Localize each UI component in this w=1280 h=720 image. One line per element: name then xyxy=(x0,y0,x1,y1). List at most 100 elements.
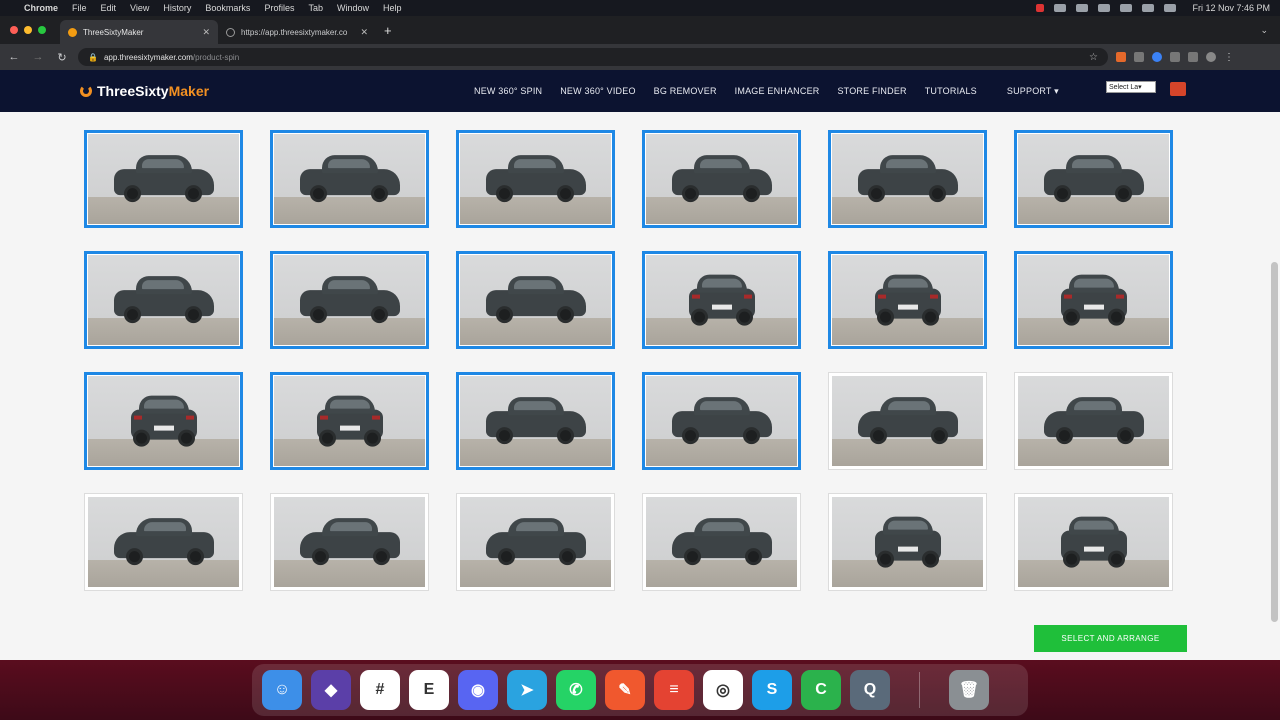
nav-support[interactable]: SUPPORT ▾ xyxy=(1007,86,1059,97)
wifi-icon[interactable] xyxy=(1120,4,1133,12)
threesixtymaker-favicon-icon xyxy=(68,27,77,37)
car-thumbnail[interactable] xyxy=(270,130,429,228)
car-image-side-right xyxy=(857,397,958,445)
car-thumbnail[interactable] xyxy=(642,130,801,228)
car-thumbnail[interactable] xyxy=(1014,251,1173,349)
car-thumbnail[interactable] xyxy=(828,130,987,228)
close-window-button[interactable] xyxy=(10,26,18,34)
car-photo xyxy=(460,255,611,345)
car-thumbnail[interactable] xyxy=(270,493,429,591)
menu-file[interactable]: File xyxy=(72,3,87,13)
reload-icon[interactable]: ↻ xyxy=(54,51,70,64)
search-icon[interactable] xyxy=(1142,4,1155,12)
whatsapp-icon[interactable]: ✆ xyxy=(556,670,596,710)
flag-icon[interactable] xyxy=(1170,82,1186,96)
trash-icon[interactable]: 🗑 xyxy=(949,670,989,710)
clock[interactable]: Fri 12 Nov 7:46 PM xyxy=(1192,3,1270,13)
todoist-icon[interactable]: ≡ xyxy=(654,670,694,710)
sheets-icon[interactable]: C xyxy=(801,670,841,710)
nav-new-360-spin[interactable]: NEW 360° SPIN xyxy=(474,86,542,96)
car-thumbnail[interactable] xyxy=(642,372,801,470)
car-thumbnail[interactable] xyxy=(1014,493,1173,591)
minimize-window-button[interactable] xyxy=(24,26,32,34)
car-thumbnail[interactable] xyxy=(84,493,243,591)
car-thumbnail[interactable] xyxy=(84,251,243,349)
car-photo xyxy=(88,255,239,345)
select-and-arrange-button[interactable]: SELECT AND ARRANGE xyxy=(1034,625,1187,652)
close-tab-icon[interactable]: ✕ xyxy=(360,27,368,38)
car-thumbnail[interactable] xyxy=(270,251,429,349)
extension-icon[interactable] xyxy=(1134,52,1144,62)
menu-profiles[interactable]: Profiles xyxy=(264,3,294,13)
extension-icon[interactable] xyxy=(1116,52,1126,62)
recording-icon[interactable] xyxy=(1036,4,1045,12)
nav-store-finder[interactable]: STORE FINDER xyxy=(837,86,906,96)
language-select[interactable]: Select La▾ xyxy=(1106,81,1156,93)
finder-icon[interactable]: ☺ xyxy=(262,670,302,710)
menu-history[interactable]: History xyxy=(163,3,191,13)
extension-icon[interactable] xyxy=(1170,52,1180,62)
bookmark-star-icon[interactable]: ☆ xyxy=(1089,52,1098,63)
car-thumbnail[interactable] xyxy=(456,251,615,349)
discord-icon[interactable]: ◉ xyxy=(458,670,498,710)
control-center-icon[interactable] xyxy=(1164,4,1177,12)
bluetooth-icon[interactable] xyxy=(1076,4,1089,12)
tab-search-chevron-icon[interactable]: ⌄ xyxy=(1260,25,1268,36)
car-thumbnail[interactable] xyxy=(828,493,987,591)
car-thumbnail[interactable] xyxy=(270,372,429,470)
car-thumbnail[interactable] xyxy=(828,251,987,349)
telegram-icon[interactable]: ➤ xyxy=(507,670,547,710)
car-thumbnail[interactable] xyxy=(84,372,243,470)
skype-icon[interactable]: S xyxy=(752,670,792,710)
close-tab-icon[interactable]: ✕ xyxy=(202,27,210,38)
obsidian-icon[interactable]: ◆ xyxy=(311,670,351,710)
back-icon[interactable]: ← xyxy=(6,51,22,63)
logo-text-accent: Maker xyxy=(168,83,210,99)
car-photo xyxy=(88,497,239,587)
battery-icon[interactable] xyxy=(1098,4,1111,12)
chrome-icon[interactable]: ◎ xyxy=(703,670,743,710)
car-thumbnail[interactable] xyxy=(1014,372,1173,470)
nav-new-360-video[interactable]: NEW 360° VIDEO xyxy=(560,86,635,96)
tab-title: https://app.threesixtymaker.co xyxy=(241,27,348,37)
nav-tutorials[interactable]: TUTORIALS xyxy=(925,86,977,96)
slack-icon[interactable]: # xyxy=(360,670,400,710)
new-tab-icon[interactable]: + xyxy=(384,23,392,38)
pencil-icon[interactable]: ✎ xyxy=(605,670,645,710)
address-bar[interactable]: 🔒 app.threesixtymaker.com/product-spin ☆ xyxy=(78,48,1108,66)
evernote-icon[interactable]: E xyxy=(409,670,449,710)
extension-icon[interactable] xyxy=(1152,52,1162,62)
car-thumbnail[interactable] xyxy=(84,130,243,228)
tab-app-threesixtymaker[interactable]: https://app.threesixtymaker.co ✕ xyxy=(218,20,376,44)
menu-view[interactable]: View xyxy=(130,3,149,13)
puzzle-icon[interactable] xyxy=(1188,52,1198,62)
menu-app-name[interactable]: Chrome xyxy=(24,3,58,13)
dock-separator xyxy=(919,672,920,708)
menu-help[interactable]: Help xyxy=(383,3,402,13)
site-logo[interactable]: ThreeSixtyMaker xyxy=(80,83,209,99)
kebab-menu-icon[interactable]: ⋮ xyxy=(1224,52,1234,63)
car-image-side-left xyxy=(671,155,772,203)
page-scrollbar[interactable] xyxy=(1271,262,1278,622)
tab-threesixtymaker[interactable]: ThreeSixtyMaker ✕ xyxy=(60,20,218,44)
car-photo xyxy=(646,376,797,466)
quicktime-icon[interactable]: Q xyxy=(850,670,890,710)
car-thumbnail[interactable] xyxy=(642,251,801,349)
car-thumbnail[interactable] xyxy=(828,372,987,470)
car-thumbnail[interactable] xyxy=(1014,130,1173,228)
nav-image-enhancer[interactable]: IMAGE ENHANCER xyxy=(735,86,820,96)
zoom-window-button[interactable] xyxy=(38,26,46,34)
car-image-side-left xyxy=(857,155,958,203)
car-thumbnail[interactable] xyxy=(642,493,801,591)
menu-edit[interactable]: Edit xyxy=(101,3,117,13)
menu-tab[interactable]: Tab xyxy=(308,3,323,13)
menu-bookmarks[interactable]: Bookmarks xyxy=(205,3,250,13)
forward-icon[interactable]: → xyxy=(30,51,46,63)
car-thumbnail[interactable] xyxy=(456,493,615,591)
nav-bg-remover[interactable]: BG REMOVER xyxy=(654,86,717,96)
car-thumbnail[interactable] xyxy=(456,130,615,228)
car-thumbnail[interactable] xyxy=(456,372,615,470)
cloud-icon[interactable] xyxy=(1054,4,1067,12)
profile-avatar[interactable] xyxy=(1206,52,1216,62)
menu-window[interactable]: Window xyxy=(337,3,369,13)
